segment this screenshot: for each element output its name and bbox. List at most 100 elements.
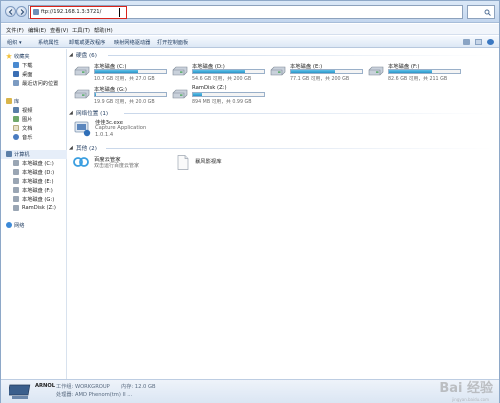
group-divider (106, 148, 493, 149)
hard-drive-icon (172, 66, 188, 76)
baidu-cloud-icon (73, 157, 89, 167)
group-header-hard-disks[interactable]: ◢ 硬盘 (6) (68, 51, 493, 59)
view-options-icon[interactable] (463, 39, 470, 45)
drive-icon (13, 169, 19, 175)
network-item-version: 1.0.1.4 (95, 132, 114, 138)
menu-bar: 文件(F) 编辑(E) 查看(V) 工具(T) 帮助(H) (1, 24, 499, 35)
search-input[interactable] (467, 5, 495, 19)
drive-tile[interactable]: 本地磁盘 (C:) 10.7 GB 可用，共 27.0 GB (70, 60, 167, 84)
sidebar-item-recent-places[interactable]: 最近访问的位置 (1, 79, 67, 88)
sidebar-item-label: 下载 (22, 63, 33, 69)
menu-tools[interactable]: 工具(T) (72, 26, 90, 34)
sidebar-item-drive-e[interactable]: 本地磁盘 (E:) (1, 177, 67, 186)
drive-tile[interactable]: 本地磁盘 (G:) 19.9 GB 可用，共 20.0 GB (70, 83, 167, 107)
organize-button[interactable]: 组织 ▾ (7, 39, 22, 46)
drive-size-text: 19.9 GB 可用，共 20.0 GB (94, 100, 155, 105)
sidebar-item-label: 本地磁盘 (E:) (22, 179, 54, 185)
drive-tile[interactable]: 本地磁盘 (F:) 82.6 GB 可用，共 211 GB (364, 60, 461, 84)
star-icon (6, 53, 12, 59)
sidebar-item-desktop[interactable]: 桌面 (1, 70, 67, 79)
menu-file[interactable]: 文件(F) (6, 26, 24, 34)
sidebar-item-music[interactable]: 音乐 (1, 133, 67, 142)
sidebar-item-documents[interactable]: 文档 (1, 124, 67, 133)
sidebar-favorites[interactable]: 收藏夹 (1, 52, 67, 61)
sidebar-favorites-label: 收藏夹 (14, 54, 30, 60)
sidebar-network[interactable]: 网络 (1, 221, 67, 230)
back-button[interactable] (5, 6, 16, 17)
sidebar-item-drive-g[interactable]: 本地磁盘 (G:) (1, 195, 67, 204)
downloads-icon (13, 62, 19, 68)
drive-usage-bar (192, 92, 265, 97)
group-divider (108, 55, 493, 56)
watermark-url: jingyan.baidu.com (452, 397, 489, 402)
preview-pane-icon[interactable] (475, 39, 482, 45)
library-icon (6, 98, 12, 104)
sidebar-item-downloads[interactable]: 下载 (1, 61, 67, 70)
drive-icon (13, 196, 19, 202)
menu-help[interactable]: 帮助(H) (94, 26, 113, 34)
sidebar-item-drive-d[interactable]: 本地磁盘 (D:) (1, 168, 67, 177)
drive-size-text: 54.6 GB 可用，共 200 GB (192, 77, 252, 82)
videos-icon (13, 107, 19, 113)
sidebar-item-drive-c[interactable]: 本地磁盘 (C:) (1, 159, 67, 168)
documents-icon (13, 125, 19, 131)
sidebar-network-label: 网络 (14, 223, 25, 229)
group-header-network-locations[interactable]: ◢ 网络位置 (1) (68, 109, 493, 117)
other-item-baidu-cloud[interactable]: 百度云管家 双击运行百度云管家 (72, 153, 162, 171)
group-title: 其他 (2) (76, 146, 97, 152)
application-icon (74, 121, 91, 137)
menu-edit[interactable]: 编辑(E) (28, 26, 46, 34)
collapse-arrow-icon[interactable]: ◢ (69, 110, 73, 116)
sidebar-library[interactable]: 库 (1, 97, 67, 106)
drive-tile[interactable]: RamDisk (Z:) 894 MB 可用，共 0.99 GB (168, 83, 265, 107)
collapse-arrow-icon[interactable]: ◢ (69, 52, 73, 58)
group-title: 硬盘 (6) (76, 53, 97, 59)
sidebar-computer[interactable]: 计算机 (1, 150, 67, 159)
drive-usage-bar (290, 69, 363, 74)
map-network-drive-button[interactable]: 映射网络驱动器 (114, 39, 150, 46)
workgroup-text: 工作组: WORKGROUP (56, 384, 110, 390)
group-header-other[interactable]: ◢ 其他 (2) (68, 144, 493, 152)
forward-arrow-icon (20, 9, 25, 15)
other-item-baofeng-library[interactable]: 暴风影视库 (173, 153, 253, 171)
sidebar-item-drive-f[interactable]: 本地磁盘 (F:) (1, 186, 67, 195)
text-caret (119, 8, 120, 17)
address-text: ftp://192.168.1.3:3721/ (41, 9, 102, 15)
drive-tile[interactable]: 本地磁盘 (D:) 54.6 GB 可用，共 200 GB (168, 60, 265, 84)
drive-name: RamDisk (Z:) (192, 85, 227, 91)
drive-usage-bar (388, 69, 461, 74)
drive-usage-fill (389, 70, 433, 73)
sidebar-item-label: 视频 (22, 108, 33, 114)
system-properties-button[interactable]: 系统属性 (38, 39, 59, 46)
address-input[interactable]: ftp://192.168.1.3:3721/ ▾ (28, 5, 485, 19)
network-location-item[interactable]: 佳佳3c.exe Capture Application 1.0.1.4 (72, 117, 192, 143)
command-bar: 组织 ▾ 系统属性 卸载或更改程序 映射网络驱动器 打开控制面板 (1, 36, 499, 48)
drive-size-text: 10.7 GB 可用，共 27.0 GB (94, 77, 155, 82)
sidebar-item-pictures[interactable]: 图片 (1, 115, 67, 124)
drive-usage-fill (95, 70, 138, 73)
hard-drive-icon (172, 89, 188, 99)
menu-view[interactable]: 查看(V) (50, 26, 68, 34)
music-icon (13, 134, 19, 140)
details-pane: ARNOL 工作组: WORKGROUP 内存: 12.0 GB 处理器: AM… (1, 379, 499, 403)
drive-size-text: 894 MB 可用，共 0.99 GB (192, 100, 252, 105)
uninstall-program-button[interactable]: 卸载或更改程序 (69, 39, 105, 46)
drive-size-text: 82.6 GB 可用，共 211 GB (388, 77, 448, 82)
sidebar-item-label: 文档 (22, 126, 33, 132)
forward-button[interactable] (16, 6, 27, 17)
drive-icon (13, 205, 19, 211)
collapse-arrow-icon[interactable]: ◢ (69, 145, 73, 151)
content-pane: ◢ 硬盘 (6) 本地磁盘 (C:) 10.7 GB 可用，共 27.0 GB 本地… (68, 49, 499, 379)
open-control-panel-button[interactable]: 打开控制面板 (157, 39, 188, 46)
drive-usage-bar (192, 69, 265, 74)
drive-size-text: 77.1 GB 可用，共 200 GB (290, 77, 350, 82)
network-item-description: Capture Application (95, 125, 147, 131)
drive-tile[interactable]: 本地磁盘 (E:) 77.1 GB 可用，共 200 GB (266, 60, 363, 84)
sidebar-item-ramdisk[interactable]: RamDisk (Z:) (1, 204, 67, 213)
drive-usage-bar (94, 69, 167, 74)
hard-drive-icon (74, 89, 90, 99)
help-icon[interactable] (487, 39, 494, 45)
pictures-icon (13, 116, 19, 122)
sidebar-item-videos[interactable]: 视频 (1, 106, 67, 115)
drive-usage-bar (94, 92, 167, 97)
